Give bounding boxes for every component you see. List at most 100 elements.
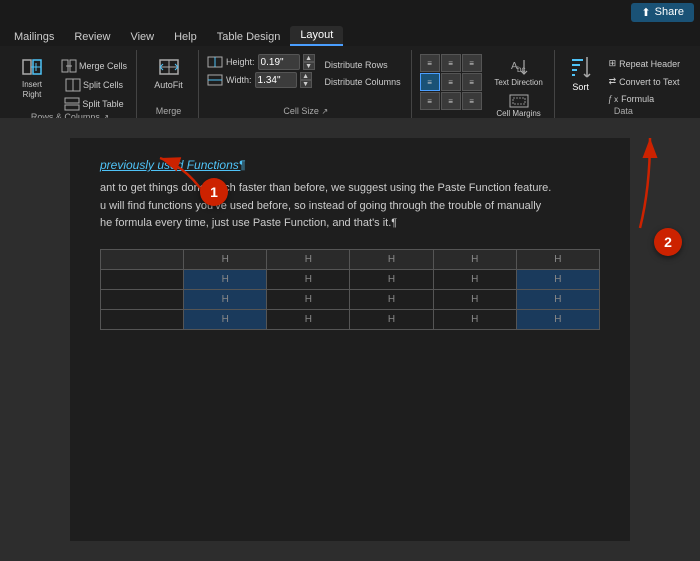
width-icon [207, 74, 223, 86]
document-table: H H H H H H H H H H H H H H H [100, 249, 600, 330]
table-row: H H H H H [101, 309, 600, 329]
tab-mailings[interactable]: Mailings [4, 28, 64, 46]
width-label: Width: [226, 75, 252, 85]
share-button[interactable]: ⬆ Share [631, 3, 694, 22]
distribute-buttons: Distribute Rows Distribute Columns [321, 54, 405, 89]
cell-margins-label: Cell Margins [493, 109, 545, 119]
repeat-header-button[interactable]: ⊞ Repeat Header [605, 56, 685, 71]
width-row: Width: ▲ ▼ [207, 72, 315, 88]
table-cell: H [433, 289, 516, 309]
ribbon-tabs: Mailings Review View Help Table Design L… [0, 24, 700, 46]
autofit-button[interactable]: AutoFit [150, 54, 187, 92]
alignment-grid: ≡ ≡ ≡ ≡ ≡ ≡ ≡ ≡ ≡ [420, 54, 482, 110]
table-cell: H [350, 309, 433, 329]
table-cell: H [516, 269, 599, 289]
share-label: Share [655, 6, 684, 18]
tab-layout[interactable]: Layout [290, 26, 343, 46]
height-down-button[interactable]: ▼ [303, 62, 315, 70]
repeat-header-icon: ⊞ [609, 58, 617, 69]
table-cell: H [184, 269, 267, 289]
distribute-cols-button[interactable]: Distribute Columns [321, 75, 405, 89]
text-direction-label: Text Direction [493, 78, 545, 88]
title-bar: ⬆ Share [0, 0, 700, 24]
formula-button[interactable]: fx Formula [605, 92, 685, 106]
merge-buttons: AutoFit [150, 50, 187, 106]
text-direction-icon: A bc [509, 57, 529, 77]
insert-right-label: Insert Right [14, 80, 50, 99]
table-row: H H H H H [101, 249, 600, 269]
autofit-label: AutoFit [154, 80, 183, 90]
height-up-button[interactable]: ▲ [303, 54, 315, 62]
cell-margins-button[interactable]: Cell Margins [490, 93, 548, 120]
data-label-text: Data [614, 106, 633, 116]
table-row: H H H H H [101, 269, 600, 289]
tab-help[interactable]: Help [164, 28, 207, 46]
data-buttons: ⊞ Repeat Header ⇄ Convert to Text fx For… [605, 54, 685, 106]
width-up-button[interactable]: ▲ [300, 72, 312, 80]
table-cell: H [184, 309, 267, 329]
group-rows-cols: Insert Right Merge Cells Split Cells [4, 50, 137, 118]
table-cell [101, 309, 184, 329]
group-alignment: ≡ ≡ ≡ ≡ ≡ ≡ ≡ ≡ ≡ A bc Text Direction [414, 50, 555, 118]
document-area: previously used Functions¶ ant to get th… [70, 138, 630, 541]
merge-cells-button[interactable]: Merge Cells [58, 58, 130, 74]
table-cell: H [267, 289, 350, 309]
doc-paragraph: ant to get things done much faster than … [100, 180, 600, 233]
width-down-button[interactable]: ▼ [300, 80, 312, 88]
height-spinner: ▲ ▼ [303, 54, 315, 70]
align-bottom-center[interactable]: ≡ [441, 92, 461, 110]
align-middle-center[interactable]: ≡ [441, 73, 461, 91]
split-cells-button[interactable]: Split Cells [58, 77, 130, 93]
align-bottom-left[interactable]: ≡ [420, 92, 440, 110]
align-bottom-right[interactable]: ≡ [462, 92, 482, 110]
table-cell [101, 269, 184, 289]
annotation-1: 1 [200, 178, 228, 206]
sort-button[interactable]: Sort [563, 54, 599, 94]
share-icon: ⬆ [641, 6, 650, 19]
split-table-button[interactable]: Split Table [58, 96, 130, 112]
table-cell: H [267, 249, 350, 269]
formula-icon-x: x [614, 95, 618, 104]
annotation-label-2: 2 [664, 234, 672, 250]
align-top-center[interactable]: ≡ [441, 54, 461, 72]
width-input[interactable] [255, 72, 297, 88]
insert-right-button[interactable]: Insert Right [10, 54, 54, 101]
height-input[interactable] [258, 54, 300, 70]
doc-text-2: u will find functions you've used before… [100, 200, 541, 212]
height-icon [207, 56, 223, 68]
doc-text-1: ant to get things done much faster than … [100, 182, 551, 194]
table-cell: H [184, 249, 267, 269]
height-label: Height: [226, 57, 255, 67]
tab-view[interactable]: View [120, 28, 164, 46]
table-cell: H [350, 289, 433, 309]
doc-heading: previously used Functions¶ [100, 158, 600, 172]
convert-icon: ⇄ [609, 76, 617, 87]
align-top-right[interactable]: ≡ [462, 54, 482, 72]
data-content: Sort ⊞ Repeat Header ⇄ Convert to Text f… [563, 50, 685, 106]
sort-icon [569, 56, 593, 80]
main-area: previously used Functions¶ ant to get th… [0, 118, 700, 561]
text-direction-button[interactable]: A bc Text Direction [490, 56, 548, 89]
height-row: Height: ▲ ▼ [207, 54, 315, 70]
convert-to-text-button[interactable]: ⇄ Convert to Text [605, 74, 685, 89]
annotation-label-1: 1 [210, 184, 218, 200]
table-cell: H [267, 309, 350, 329]
repeat-header-label: Repeat Header [619, 59, 680, 69]
tab-table-design[interactable]: Table Design [207, 28, 291, 46]
align-middle-right[interactable]: ≡ [462, 73, 482, 91]
data-group-label: Data [563, 106, 685, 118]
table-row: H H H H H [101, 289, 600, 309]
tab-review[interactable]: Review [64, 28, 120, 46]
align-top-left[interactable]: ≡ [420, 54, 440, 72]
formula-icon: f [609, 94, 612, 104]
merge-cells-label: Merge Cells [79, 61, 127, 71]
formula-label: Formula [621, 94, 654, 104]
distribute-rows-button[interactable]: Distribute Rows [321, 58, 405, 72]
table-cell: H [516, 289, 599, 309]
cell-size-group-label[interactable]: Cell Size ↗ [207, 106, 405, 118]
cell-size-inputs: Height: ▲ ▼ Width: ▲ ▼ [207, 54, 315, 88]
ribbon-content: Insert Right Merge Cells Split Cells [0, 46, 700, 118]
align-middle-left[interactable]: ≡ [420, 73, 440, 91]
dialog-launcher-cell-size[interactable]: ↗ [321, 107, 328, 116]
rows-cols-buttons: Insert Right Merge Cells Split Cells [10, 50, 130, 112]
